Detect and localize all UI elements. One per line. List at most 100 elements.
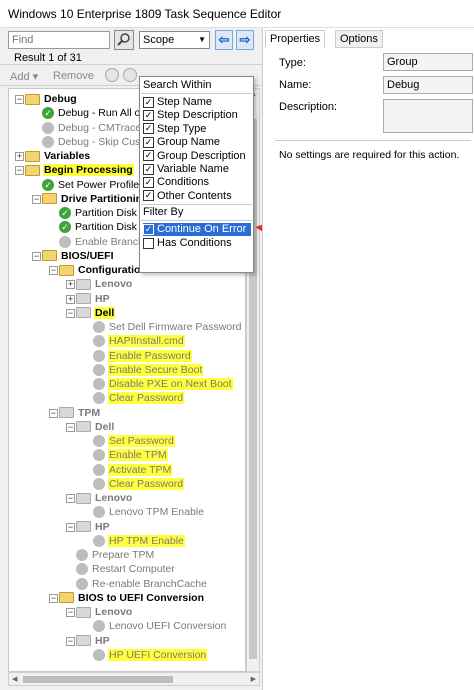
collapse-icon[interactable]: − bbox=[66, 494, 75, 503]
scope-option-label: Conditions bbox=[157, 176, 209, 189]
collapse-icon[interactable]: − bbox=[49, 593, 58, 603]
tree-group[interactable]: − Lenovo bbox=[66, 492, 133, 506]
collapse-icon[interactable]: − bbox=[66, 608, 75, 617]
tree-step[interactable]: Enable Branch bbox=[59, 236, 145, 250]
scope-option[interactable]: ✓ Other Contents bbox=[143, 190, 232, 203]
collapse-icon[interactable]: − bbox=[15, 166, 24, 176]
tree-step[interactable]: Lenovo TPM Enable bbox=[93, 506, 205, 520]
remove-button[interactable]: Remove bbox=[53, 70, 94, 82]
search-input[interactable] bbox=[8, 31, 110, 49]
collapse-icon[interactable]: − bbox=[66, 422, 75, 432]
tree-step[interactable]: Restart Computer bbox=[76, 563, 176, 577]
checkbox[interactable]: ✓ bbox=[143, 190, 154, 202]
tree-group[interactable]: − BIOS to UEFI Conversion bbox=[49, 592, 205, 606]
tree-group[interactable]: − TPM bbox=[49, 407, 101, 421]
checkbox[interactable]: ✓ bbox=[143, 136, 154, 148]
scope-option[interactable]: ✓ Group Description bbox=[143, 150, 246, 163]
tree-group[interactable]: + Variables bbox=[15, 150, 91, 164]
tree-step[interactable]: HP UEFI Conversion bbox=[93, 648, 208, 663]
tree-group[interactable]: − BIOS/UEFI bbox=[32, 250, 115, 264]
expand-icon[interactable]: + bbox=[15, 152, 24, 161]
tree-step[interactable]: Lenovo UEFI Conversion bbox=[93, 620, 227, 634]
disabled-step-icon bbox=[93, 335, 105, 348]
tree-step[interactable]: Clear Password bbox=[93, 477, 185, 492]
tab-options[interactable]: Options bbox=[335, 30, 383, 48]
tree-step[interactable]: Re-enable BranchCache bbox=[76, 578, 208, 592]
collapse-icon[interactable]: − bbox=[15, 95, 24, 104]
tree-group[interactable]: − Debug bbox=[15, 93, 78, 107]
previous-result-button[interactable]: ⇦ bbox=[215, 30, 233, 50]
checkbox[interactable]: ✓ bbox=[143, 96, 154, 108]
scope-option[interactable]: ✓ Step Description bbox=[143, 109, 238, 122]
collapse-icon[interactable]: − bbox=[49, 266, 58, 275]
filter-option[interactable]: ✓ Continue On Error bbox=[143, 223, 251, 236]
add-button[interactable]: Add ▾ bbox=[10, 70, 38, 83]
checkbox[interactable] bbox=[143, 237, 154, 249]
horizontal-scroll-thumb[interactable] bbox=[23, 676, 173, 683]
tree-group[interactable]: − HP bbox=[66, 635, 111, 649]
tree-item-label: Dell bbox=[94, 306, 116, 319]
scope-option[interactable]: ✓ Variable Name bbox=[143, 163, 229, 176]
collapse-icon[interactable]: − bbox=[66, 308, 75, 318]
tree-step[interactable]: HAPIInstall.cmd bbox=[93, 335, 185, 349]
tree-group[interactable]: − Drive Partitionin bbox=[32, 193, 143, 207]
scope-option[interactable]: ✓ Group Name bbox=[143, 136, 220, 149]
tree-group[interactable]: − Lenovo bbox=[66, 606, 133, 620]
tree-group[interactable]: + Lenovo bbox=[66, 278, 133, 292]
checkbox[interactable]: ✓ bbox=[143, 123, 154, 135]
tree-step[interactable]: Set Dell Firmware Password bbox=[93, 321, 242, 335]
tree-step[interactable]: Enable Password bbox=[93, 349, 192, 364]
tree-step[interactable]: Clear Password bbox=[93, 392, 185, 406]
next-result-button[interactable]: ⇨ bbox=[236, 30, 254, 50]
tree-horizontal-scrollbar[interactable]: ◀ ▶ bbox=[8, 672, 260, 686]
checkbox[interactable]: ✓ bbox=[143, 163, 154, 175]
tree-group[interactable]: − Configuration bbox=[49, 264, 148, 278]
tree-group[interactable]: − HP bbox=[66, 521, 111, 535]
filter-option[interactable]: Has Conditions bbox=[143, 237, 232, 250]
tree-step[interactable]: Enable TPM bbox=[93, 449, 168, 463]
collapse-icon[interactable]: − bbox=[66, 636, 75, 646]
description-field[interactable] bbox=[383, 99, 473, 133]
tree-step[interactable]: ✓ Partition Disk 0 bbox=[59, 207, 147, 221]
chevron-down-icon: ▼ bbox=[198, 35, 206, 44]
tree-group[interactable]: − Dell bbox=[66, 421, 115, 435]
collapse-icon[interactable]: − bbox=[32, 194, 41, 204]
tree-step[interactable]: Enable Secure Boot bbox=[93, 363, 204, 378]
expand-icon[interactable]: + bbox=[66, 294, 75, 304]
tree-group[interactable]: + HP bbox=[66, 293, 111, 307]
type-field[interactable]: Group bbox=[383, 53, 473, 71]
disabled-step-icon bbox=[93, 363, 105, 376]
move-down-icon[interactable] bbox=[123, 68, 137, 82]
checkbox[interactable]: ✓ bbox=[143, 109, 154, 121]
name-field[interactable]: Debug bbox=[383, 76, 473, 94]
checkbox[interactable]: ✓ bbox=[143, 150, 154, 162]
scroll-left-icon[interactable]: ◀ bbox=[12, 675, 17, 683]
search-button[interactable] bbox=[114, 30, 134, 50]
tree-step[interactable]: Set Password bbox=[93, 435, 175, 449]
tree-step[interactable]: Prepare TPM bbox=[76, 549, 155, 563]
tree-step[interactable]: ✓ Partition Disk 0 bbox=[59, 221, 147, 235]
scope-option[interactable]: ✓ Step Name bbox=[143, 96, 212, 109]
scroll-right-icon[interactable]: ▶ bbox=[251, 675, 256, 683]
tree-step[interactable]: Debug - CMTrace bbox=[42, 122, 142, 136]
expand-icon[interactable]: + bbox=[66, 280, 75, 290]
checkbox[interactable]: ✓ bbox=[143, 223, 154, 235]
collapse-icon[interactable]: − bbox=[49, 408, 58, 418]
tree-step[interactable]: ✓ Set Power Profile t bbox=[42, 179, 146, 193]
disabled-folder-icon bbox=[76, 635, 91, 647]
tree-group[interactable]: − Dell bbox=[66, 306, 116, 321]
checkbox[interactable]: ✓ bbox=[143, 176, 154, 188]
move-up-icon[interactable] bbox=[105, 68, 119, 82]
scope-option[interactable]: ✓ Conditions bbox=[143, 176, 209, 189]
collapse-icon[interactable]: − bbox=[66, 522, 75, 532]
scope-dropdown[interactable]: Scope ▼ bbox=[139, 31, 210, 49]
tree-step[interactable]: Disable PXE on Next Boot bbox=[93, 378, 233, 392]
tree-step[interactable]: Activate TPM bbox=[93, 463, 173, 478]
collapse-icon[interactable]: − bbox=[32, 251, 41, 261]
tree-step[interactable]: Debug - Skip Cust bbox=[42, 136, 144, 150]
tab-properties[interactable]: Properties bbox=[265, 30, 326, 48]
scope-option[interactable]: ✓ Step Type bbox=[143, 123, 206, 136]
tree-step[interactable]: ✓ Debug - Run All or bbox=[42, 107, 145, 121]
tree-group[interactable]: − Begin Processing bbox=[15, 164, 134, 178]
tree-step[interactable]: HP TPM Enable bbox=[93, 534, 185, 549]
